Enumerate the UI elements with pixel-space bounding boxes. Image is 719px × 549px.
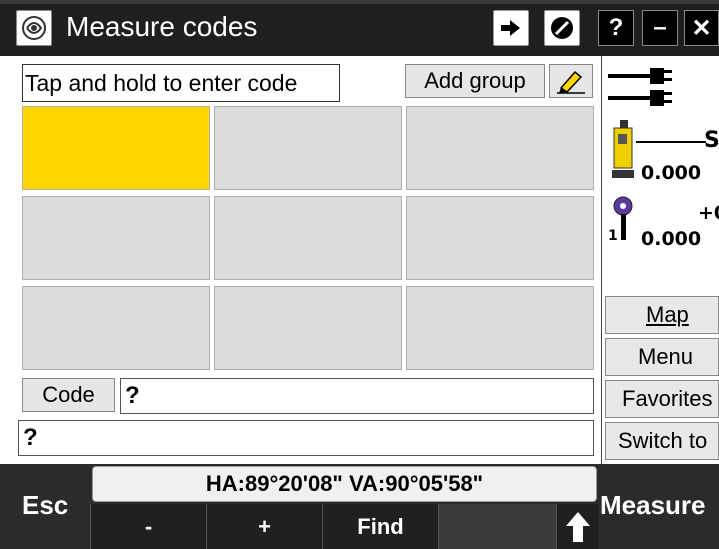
code-button-7[interactable] (22, 286, 210, 370)
plus-button[interactable]: + (206, 504, 322, 549)
code-value-field[interactable]: ? (120, 378, 594, 414)
point-number: 1 (608, 228, 618, 244)
code-button-5[interactable] (214, 196, 402, 280)
instrument-line (636, 141, 706, 143)
instrument-icon[interactable] (610, 118, 636, 182)
code-button-4[interactable] (22, 196, 210, 280)
code-button-3[interactable] (406, 106, 594, 190)
measure-button[interactable]: Measure (600, 490, 706, 521)
add-group-button[interactable]: Add group (405, 64, 545, 98)
no-entry-icon[interactable] (544, 10, 580, 46)
code-button-2[interactable] (214, 106, 402, 190)
description-field[interactable]: ? (18, 420, 594, 456)
favorites-button[interactable]: Favorites (605, 380, 719, 418)
battery-icon[interactable] (608, 62, 678, 112)
close-button[interactable]: ✕ (684, 10, 719, 46)
top-strip (0, 0, 719, 4)
login-icon[interactable] (493, 10, 529, 46)
code-entry-field[interactable]: Tap and hold to enter code (22, 64, 340, 102)
shift-arrow-icon[interactable] (556, 504, 598, 549)
find-button[interactable]: Find (322, 504, 438, 549)
help-button[interactable]: ? (598, 10, 634, 46)
page-title: Measure codes (66, 11, 258, 42)
minus-button[interactable]: - (90, 504, 206, 549)
angles-readout: HA:89°20'08" VA:90°05'58" (92, 466, 597, 502)
code-button-1[interactable] (22, 106, 210, 190)
menu-button[interactable]: Menu (605, 338, 719, 376)
reading-2: 0.000 (641, 228, 702, 250)
esc-button[interactable]: Esc (22, 490, 68, 521)
code-button-9[interactable] (406, 286, 594, 370)
status-label: S (704, 128, 719, 153)
code-button-6[interactable] (406, 196, 594, 280)
app-logo-icon[interactable] (16, 10, 52, 46)
minimize-button[interactable]: – (642, 10, 678, 46)
code-button[interactable]: Code (22, 378, 115, 412)
map-button[interactable]: Map (605, 296, 719, 334)
offset-value: +0 (698, 202, 719, 224)
reading-1: 0.000 (641, 162, 702, 184)
edit-pencil-icon[interactable] (549, 64, 593, 98)
blank-softkey[interactable] (438, 504, 556, 549)
code-button-8[interactable] (214, 286, 402, 370)
switch-to-button[interactable]: Switch to (605, 422, 719, 460)
